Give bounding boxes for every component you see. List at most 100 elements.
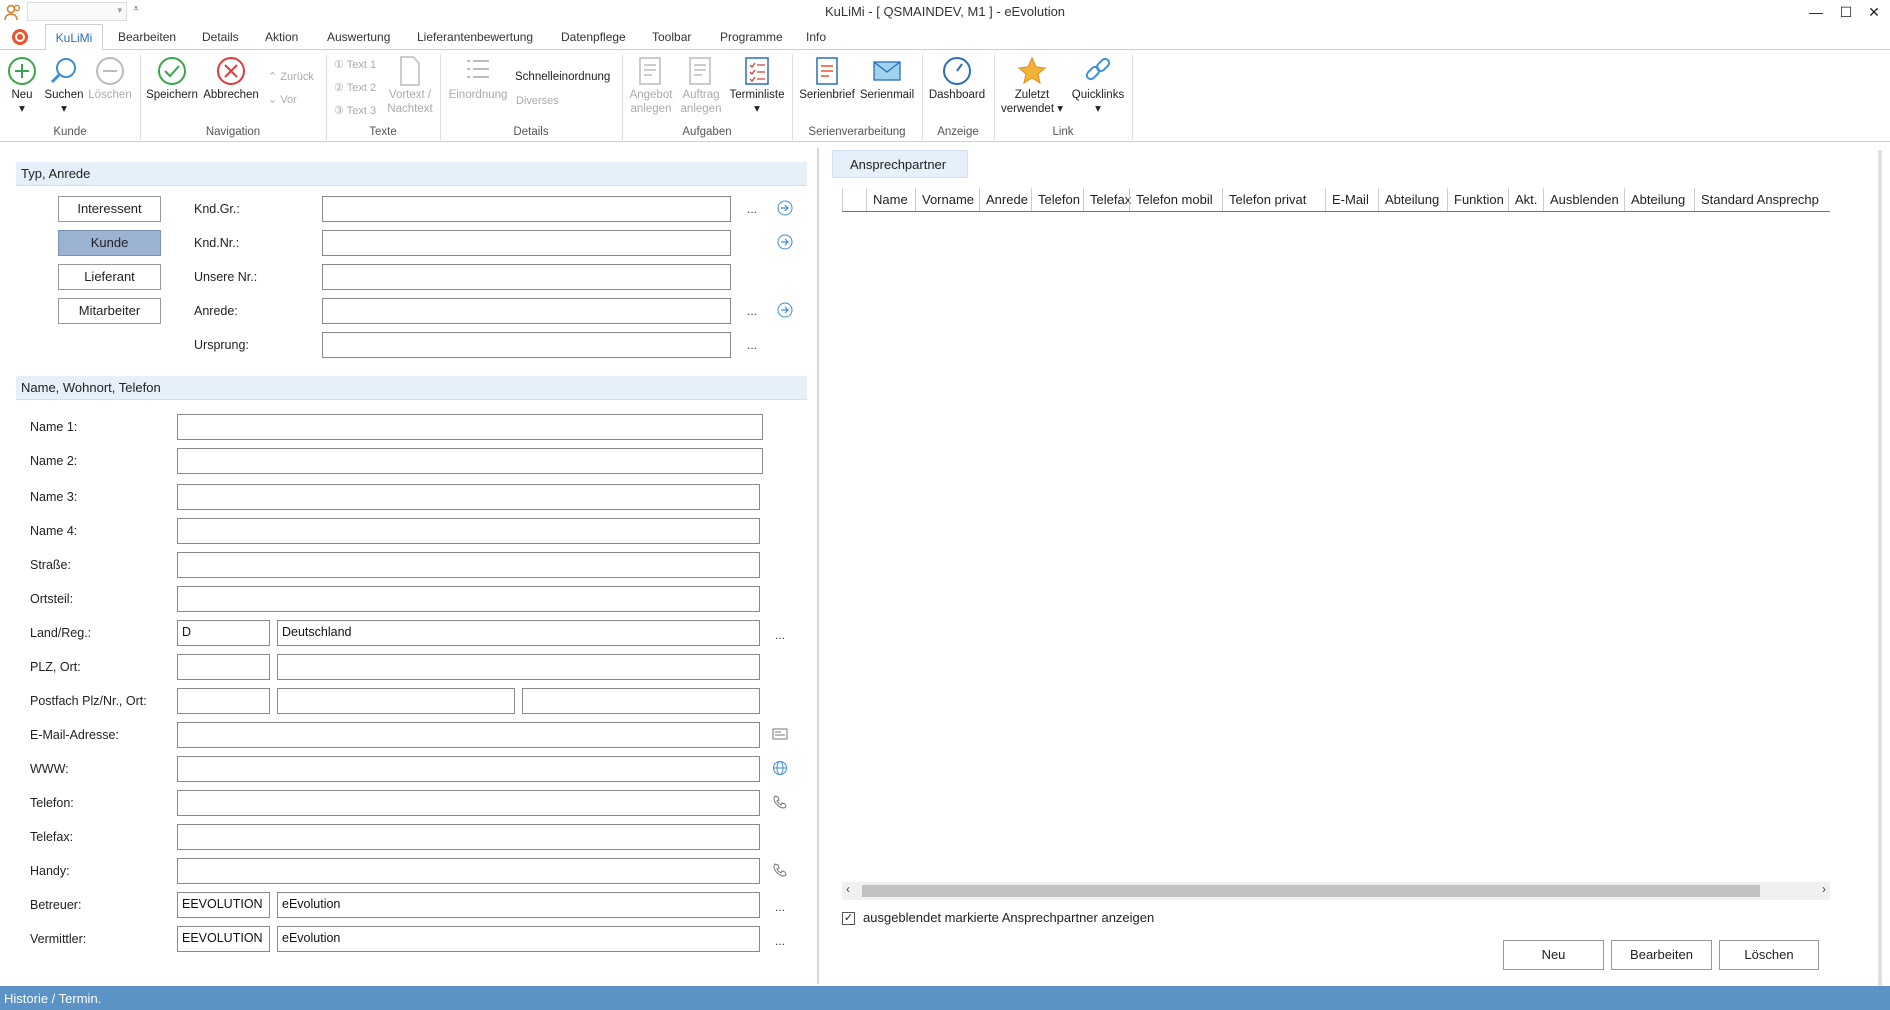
- name4-field[interactable]: [177, 518, 760, 544]
- phone-icon[interactable]: [772, 794, 788, 810]
- ansprechpartner-loeschen-button[interactable]: Löschen: [1719, 940, 1819, 970]
- tab-ansprechpartner[interactable]: Ansprechpartner: [832, 150, 968, 178]
- postfach-nr-field[interactable]: [277, 688, 515, 714]
- ansprechpartner-bearbeiten-button[interactable]: Bearbeiten: [1611, 940, 1712, 970]
- kndgr-field[interactable]: [322, 196, 731, 222]
- neu-button[interactable]: Neu ▾: [6, 56, 38, 116]
- column-header[interactable]: Telefon mobil: [1129, 188, 1213, 211]
- schnelleinordnung-button[interactable]: Schnelleinordnung: [515, 70, 610, 84]
- column-header[interactable]: Anrede: [979, 188, 1028, 211]
- ursprung-lookup-button[interactable]: ...: [747, 338, 757, 352]
- quicklinks-button[interactable]: Quicklinks ▾: [1068, 56, 1128, 116]
- unsere-nr-field[interactable]: [322, 264, 731, 290]
- text2-button[interactable]: ② Text 2: [334, 81, 376, 94]
- kndnr-field[interactable]: [322, 230, 731, 256]
- einordnung-button[interactable]: Einordnung: [446, 56, 510, 102]
- land-code-field[interactable]: D: [177, 620, 270, 646]
- vermittler-name-field[interactable]: eEvolution: [277, 926, 760, 952]
- column-header[interactable]: Akt.: [1508, 188, 1537, 211]
- horizontal-scrollbar[interactable]: ‹ ›: [842, 882, 1830, 900]
- strasse-field[interactable]: [177, 552, 760, 578]
- text1-button[interactable]: ① Text 1: [334, 58, 376, 71]
- land-lookup-button[interactable]: ...: [775, 628, 785, 642]
- anrede-goto-icon[interactable]: [777, 302, 793, 318]
- anrede-lookup-button[interactable]: ...: [747, 304, 757, 318]
- phone-icon[interactable]: [772, 862, 788, 878]
- diverses-button[interactable]: Diverses: [516, 95, 559, 107]
- betreuer-code-field[interactable]: EEVOLUTION: [177, 892, 270, 918]
- text3-button[interactable]: ③ Text 3: [334, 104, 376, 117]
- tab-auswertung[interactable]: Auswertung: [327, 30, 390, 44]
- handy-field[interactable]: [177, 858, 760, 884]
- scroll-right-icon[interactable]: ›: [1822, 882, 1826, 896]
- terminliste-button[interactable]: Terminliste ▾: [726, 56, 788, 116]
- vermittler-code-field[interactable]: EEVOLUTION: [177, 926, 270, 952]
- type-lieferant-button[interactable]: Lieferant: [58, 264, 161, 290]
- type-mitarbeiter-button[interactable]: Mitarbeiter: [58, 298, 161, 324]
- tab-lieferantenbewertung[interactable]: Lieferantenbewertung: [417, 30, 533, 44]
- scroll-left-icon[interactable]: ‹: [846, 882, 850, 896]
- kndnr-goto-icon[interactable]: [777, 234, 793, 250]
- scrollbar-thumb[interactable]: [862, 885, 1760, 897]
- dashboard-button[interactable]: Dashboard: [928, 56, 986, 102]
- telefon-field[interactable]: [177, 790, 760, 816]
- plz-field[interactable]: [177, 654, 270, 680]
- panel-splitter[interactable]: [817, 148, 819, 984]
- type-kunde-button[interactable]: Kunde: [58, 230, 161, 256]
- column-header[interactable]: Abteilung: [1624, 188, 1685, 211]
- ort-field[interactable]: [277, 654, 760, 680]
- maximize-button[interactable]: ☐: [1832, 2, 1860, 22]
- globe-icon[interactable]: [772, 760, 788, 776]
- column-header[interactable]: Vorname: [915, 188, 974, 211]
- email-field[interactable]: [177, 722, 760, 748]
- land-name-field[interactable]: Deutschland: [277, 620, 760, 646]
- type-interessent-button[interactable]: Interessent: [58, 196, 161, 222]
- abbrechen-button[interactable]: Abbrechen: [202, 56, 260, 102]
- vortext-button[interactable]: Vortext / Nachtext: [386, 56, 434, 116]
- column-header[interactable]: Telefon: [1031, 188, 1080, 211]
- ursprung-field[interactable]: [322, 332, 731, 358]
- tab-toolbar[interactable]: Toolbar: [652, 30, 691, 44]
- close-button[interactable]: ✕: [1860, 2, 1888, 22]
- tab-aktion[interactable]: Aktion: [265, 30, 298, 44]
- postfach-ort-field[interactable]: [522, 688, 760, 714]
- betreuer-name-field[interactable]: eEvolution: [277, 892, 760, 918]
- tab-bearbeiten[interactable]: Bearbeiten: [118, 30, 176, 44]
- zuletzt-verwendet-button[interactable]: Zuletzt verwendet ▾: [1000, 56, 1064, 116]
- www-field[interactable]: [177, 756, 760, 782]
- app-menu-icon[interactable]: [10, 27, 30, 47]
- tab-details[interactable]: Details: [202, 30, 239, 44]
- postfach-plz-field[interactable]: [177, 688, 270, 714]
- ansprechpartner-neu-button[interactable]: Neu: [1503, 940, 1604, 970]
- tab-datenpflege[interactable]: Datenpflege: [561, 30, 626, 44]
- tab-kulimi[interactable]: KuLiMi: [45, 24, 103, 51]
- column-header[interactable]: Funktion: [1447, 188, 1504, 211]
- vor-button[interactable]: ⌄ Vor: [268, 93, 297, 106]
- zurueck-button[interactable]: ⌃ Zurück: [268, 70, 314, 83]
- kndgr-goto-icon[interactable]: [777, 200, 793, 216]
- angebot-anlegen-button[interactable]: Angebot anlegen: [628, 56, 674, 116]
- minimize-button[interactable]: —: [1802, 2, 1830, 22]
- column-header[interactable]: Abteilung: [1378, 188, 1439, 211]
- column-header[interactable]: E-Mail: [1325, 188, 1369, 211]
- loeschen-ribbon-button[interactable]: Löschen: [88, 56, 132, 102]
- column-header[interactable]: Ausblenden: [1543, 188, 1619, 211]
- serienmail-button[interactable]: Serienmail: [858, 56, 916, 102]
- column-header[interactable]: Telefax: [1083, 188, 1131, 211]
- speichern-button[interactable]: Speichern: [146, 56, 198, 102]
- column-header[interactable]: Telefon privat: [1222, 188, 1306, 211]
- vertical-scrollbar[interactable]: [1878, 150, 1882, 986]
- auftrag-anlegen-button[interactable]: Auftrag anlegen: [678, 56, 724, 116]
- betreuer-lookup-button[interactable]: ...: [775, 900, 785, 914]
- serienbrief-button[interactable]: Serienbrief: [798, 56, 856, 102]
- column-header[interactable]: Standard Ansprechp: [1694, 188, 1819, 211]
- kndgr-lookup-button[interactable]: ...: [747, 202, 757, 216]
- suchen-button[interactable]: Suchen ▾: [44, 56, 84, 116]
- show-hidden-contacts-checkbox[interactable]: ✓: [842, 912, 855, 925]
- ortsteil-field[interactable]: [177, 586, 760, 612]
- column-header[interactable]: Name: [866, 188, 908, 211]
- name1-field[interactable]: [177, 414, 763, 440]
- name3-field[interactable]: [177, 484, 760, 510]
- tab-programme[interactable]: Programme: [720, 30, 783, 44]
- anrede-field[interactable]: [322, 298, 731, 324]
